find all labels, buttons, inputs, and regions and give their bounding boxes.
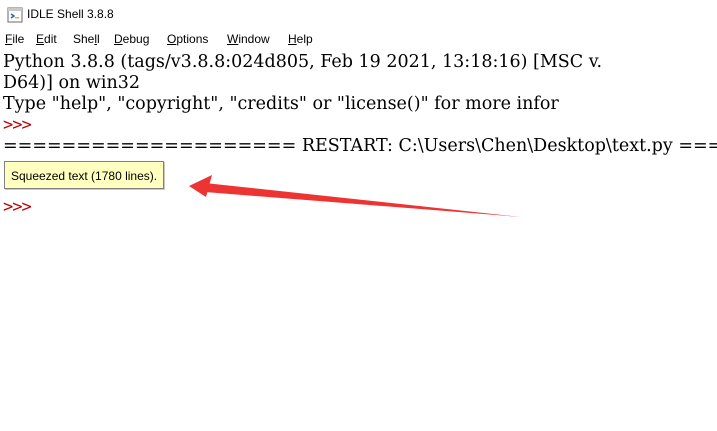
banner-version-line: Python 3.8.8 (tags/v3.8.8:024d805, Feb 1… [3,52,603,72]
menu-window-mnemonic: W [227,32,239,46]
menu-window-label: indow [238,32,270,46]
menu-options-label: ptions [176,32,209,46]
menu-options[interactable]: Options [167,32,208,46]
shell-prompt-current[interactable]: >>> [3,197,32,218]
menu-bar: File Edit Shell Debug Options Window Hel… [0,30,717,50]
window-title: IDLE Shell 3.8.8 [27,7,114,21]
menu-debug[interactable]: Debug [114,32,149,46]
shell-text-area[interactable]: Python 3.8.8 (tags/v3.8.8:024d805, Feb 1… [0,50,717,431]
title-bar: IDLE Shell 3.8.8 [0,0,717,30]
menu-file[interactable]: File [5,32,24,46]
menu-edit-label: dit [44,32,57,46]
menu-help-label: elp [296,32,313,46]
menu-debug-mnemonic: D [114,32,123,46]
menu-edit-mnemonic: E [36,32,45,46]
menu-shell-label-start: She [73,32,95,46]
shell-prompt: >>> [3,115,32,135]
menu-window[interactable]: Window [227,32,270,46]
restart-line: ==================== RESTART: C:\Users\C… [3,136,717,156]
menu-edit[interactable]: Edit [36,32,57,46]
banner-platform-line: D64)] on win32 [3,73,141,93]
menu-options-mnemonic: O [167,32,177,46]
menu-file-label: ile [12,32,25,46]
menu-help-mnemonic: H [288,32,297,46]
squeezed-text-button[interactable]: Squeezed text (1780 lines). [4,161,165,189]
banner-help-line: Type "help", "copyright", "credits" or "… [3,94,559,114]
menu-help[interactable]: Help [288,32,313,46]
menu-shell[interactable]: Shell [73,32,100,46]
menu-shell-label-end: l [97,32,100,46]
idle-python-icon [7,7,23,23]
menu-debug-label: ebug [122,32,150,46]
